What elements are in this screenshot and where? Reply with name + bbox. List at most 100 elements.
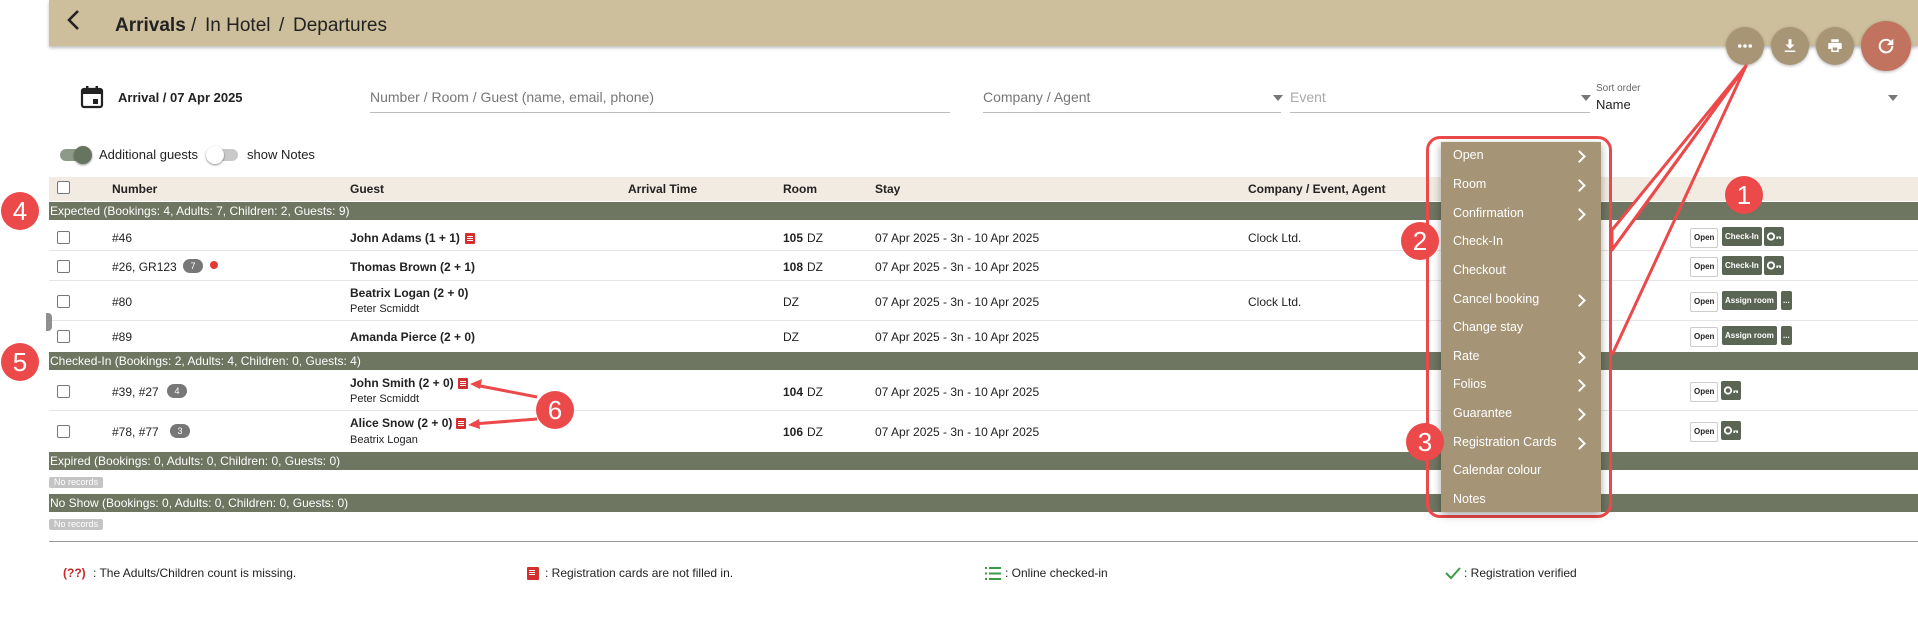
booking-number[interactable]: #26, GR123 [112,260,177,274]
linked-bookings-badge[interactable]: 4 [167,384,187,398]
company-dropdown-caret-icon[interactable] [1273,95,1283,101]
tab-in-hotel[interactable]: In Hotel [205,15,270,37]
menu-item-cancel-booking[interactable]: Cancel booking [1453,292,1539,306]
guest-name[interactable]: Alice Snow (2 + 0) [350,416,452,430]
check-in-button[interactable]: Check-In [1722,256,1762,275]
download-button[interactable] [1771,27,1809,65]
select-all-checkbox[interactable] [57,181,70,194]
menu-item-confirmation[interactable]: Confirmation [1453,206,1524,220]
row-checkbox[interactable] [57,295,70,308]
open-button[interactable]: Open [1690,382,1719,402]
group-header-no-show: No Show (Bookings: 0, Adults: 0, Childre… [49,494,1918,512]
booking-number[interactable]: #89 [112,330,132,344]
print-button[interactable] [1816,27,1854,65]
tab-arrivals[interactable]: Arrivals [115,15,186,37]
row-more-button[interactable]: ... [1781,326,1792,345]
legend-online-checked-in: : Online checked-in [1005,566,1108,580]
guest-name[interactable]: Amanda Pierce (2 + 0) [350,330,475,344]
back-button[interactable] [64,8,92,38]
row-divider [49,250,1918,251]
group-header-expired: Expired (Bookings: 0, Adults: 0, Childre… [49,452,1918,470]
menu-item-room[interactable]: Room [1453,177,1486,191]
sort-order-select[interactable]: Name [1596,97,1631,112]
open-button[interactable]: Open [1690,327,1719,347]
open-button[interactable]: Open [1690,228,1719,248]
booking-number[interactable]: #78, #77 [112,425,159,439]
key-button[interactable] [1764,227,1784,246]
menu-item-calendar-colour[interactable]: Calendar colour [1453,463,1541,477]
show-notes-toggle[interactable] [206,146,238,164]
additional-guest-name: Peter Scmiddt [350,393,420,405]
row-divider [49,410,1918,411]
menu-item-open[interactable]: Open [1453,148,1484,162]
check-in-button[interactable]: Check-In [1722,227,1762,246]
linked-bookings-badge[interactable]: 3 [170,424,190,438]
event-dropdown-caret-icon[interactable] [1581,95,1591,101]
company-agent-input[interactable]: Company / Agent [983,89,1090,105]
stay-dates: 07 Apr 2025 - 3n - 10 Apr 2025 [875,231,1040,245]
registration-card-icon [465,233,475,244]
no-records-badge: No records [49,477,104,488]
row-checkbox[interactable] [57,385,70,398]
menu-item-check-in[interactable]: Check-In [1453,234,1503,248]
guest-name[interactable]: Thomas Brown (2 + 1) [350,260,475,274]
company-name: Clock Ltd. [1248,231,1302,245]
table-header [49,177,1918,201]
assign-room-button[interactable]: Assign room [1722,291,1777,310]
key-button[interactable] [1764,256,1784,275]
key-button[interactable] [1721,421,1741,440]
row-checkbox[interactable] [57,231,70,244]
menu-item-notes[interactable]: Notes [1453,492,1486,506]
booking-number[interactable]: #80 [112,295,132,309]
company-name: Clock Ltd. [1248,295,1302,309]
annotation-badge-5: 5 [1,343,39,381]
more-actions-button[interactable] [1726,27,1764,65]
column-guest[interactable]: Guest [350,182,384,196]
booking-number[interactable]: #46 [112,231,132,245]
linked-bookings-badge[interactable]: 7 [183,259,203,273]
additional-guests-toggle[interactable] [60,146,92,164]
menu-item-guarantee[interactable]: Guarantee [1453,406,1512,420]
sort-dropdown-caret-icon[interactable] [1888,95,1898,101]
room-type: DZ [807,385,823,399]
column-arrival-time[interactable]: Arrival Time [628,182,697,196]
column-room[interactable]: Room [783,182,817,196]
key-button[interactable] [1721,381,1741,400]
stay-dates: 07 Apr 2025 - 3n - 10 Apr 2025 [875,330,1040,344]
refresh-button[interactable] [1861,21,1911,71]
booking-number[interactable]: #39, #27 [112,385,159,399]
chevron-right-icon [1573,408,1586,421]
menu-item-change-stay[interactable]: Change stay [1453,320,1523,334]
row-divider [49,280,1918,281]
row-checkbox[interactable] [57,425,70,438]
guest-name[interactable]: Beatrix Logan (2 + 0) [350,286,468,300]
calendar-icon[interactable] [80,84,106,110]
annotation-badge-6: 6 [536,391,574,429]
search-underline [370,112,950,113]
column-number[interactable]: Number [112,182,157,196]
guest-name[interactable]: John Adams (1 + 1) [350,231,460,245]
additional-guest-name: Peter Scmiddt [350,303,420,315]
date-filter[interactable]: Arrival / 07 Apr 2025 [118,90,243,105]
row-checkbox[interactable] [57,260,70,273]
event-select[interactable]: Event [1290,89,1326,105]
assign-room-button[interactable]: Assign room [1722,326,1777,345]
tab-departures[interactable]: Departures [293,15,387,37]
breadcrumb-separator: / [279,15,285,36]
guest-name[interactable]: John Smith (2 + 0) [350,376,454,390]
search-input[interactable]: Number / Room / Guest (name, email, phon… [370,89,654,105]
menu-item-checkout[interactable]: Checkout [1453,263,1506,277]
menu-item-registration-cards[interactable]: Registration Cards [1453,435,1557,449]
registration-card-icon [456,418,466,429]
open-button[interactable]: Open [1690,292,1719,312]
side-panel-handle[interactable] [46,313,52,331]
open-button[interactable]: Open [1690,257,1719,277]
row-more-button[interactable]: ... [1781,291,1792,310]
menu-item-rate[interactable]: Rate [1453,349,1479,363]
open-button[interactable]: Open [1690,422,1719,442]
menu-item-folios[interactable]: Folios [1453,377,1486,391]
row-checkbox[interactable] [57,330,70,343]
row-divider [49,320,1918,321]
column-stay[interactable]: Stay [875,182,900,196]
column-company-event-agent[interactable]: Company / Event, Agent [1248,182,1386,196]
